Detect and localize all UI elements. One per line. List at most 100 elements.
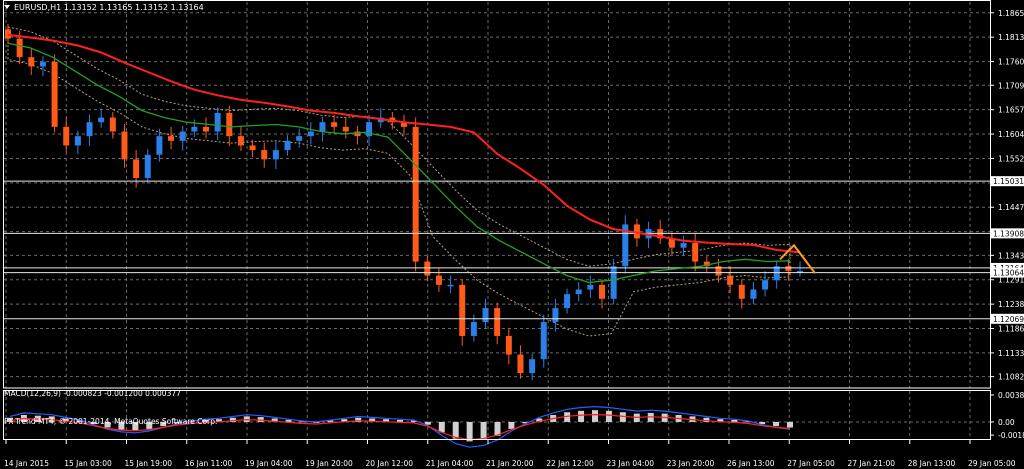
x-tick-label: 23 Jan 04:00 (607, 459, 655, 468)
candle-body (156, 136, 163, 155)
macd-histogram-bar (578, 410, 585, 422)
y-tick-label: 1.15520 (998, 154, 1024, 163)
candle-body (564, 294, 571, 309)
macd-histogram-bar (466, 421, 473, 442)
x-tick-label: 19 Jan 04:00 (245, 459, 293, 468)
candle-body (214, 112, 221, 132)
candle-body (482, 308, 489, 323)
macd-panel (4, 405, 990, 448)
y-tick-label: 1.11860 (998, 325, 1024, 334)
x-tick-label: 20 Jan 12:00 (366, 459, 414, 468)
candle-body (610, 266, 617, 299)
x-tick-label: 21 Jan 04:00 (426, 459, 474, 468)
candle-body (459, 284, 466, 336)
dropdown-triangle-icon[interactable] (4, 5, 10, 9)
x-tick-label: 27 Jan 21:00 (848, 459, 896, 468)
candle-body (738, 284, 745, 299)
candle-body (86, 122, 93, 137)
candle-body (727, 275, 734, 285)
candle-body (750, 289, 757, 299)
candle-body (785, 266, 792, 271)
macd-histogram-bar (592, 410, 598, 422)
candle-body (494, 308, 501, 336)
x-tick-label: 29 Jan 05:00 (968, 459, 1016, 468)
candle-body (505, 335, 512, 355)
candle-body (249, 145, 256, 151)
candle-body (435, 275, 442, 285)
candles (5, 23, 803, 381)
candle-body (179, 131, 186, 141)
candle-body (342, 126, 349, 132)
macd-histogram-bar (619, 412, 626, 422)
macd-histogram-bar (731, 419, 738, 422)
macd-histogram-bar (438, 421, 445, 433)
y-tick-label: 1.17605 (998, 58, 1024, 67)
macd-header: MACD(12,26,9) -0.000823 -0.001200 0.0003… (4, 389, 181, 398)
y-tick-label: 1.10825 (998, 373, 1024, 382)
candle-body (133, 159, 140, 178)
candle-body (109, 117, 116, 132)
price-box-label: 1.13064 (993, 269, 1024, 278)
y-tick-label: 1.14470 (998, 203, 1024, 212)
price-box-label: 1.13908 (993, 229, 1024, 238)
candle-body (587, 284, 594, 290)
macd-histogram-bar (397, 419, 403, 422)
price-box-label: 1.15031 (993, 177, 1024, 186)
y-tick-label: 1.18130 (998, 33, 1024, 42)
price-box-label: 1.12069 (993, 315, 1024, 324)
candle-body (319, 122, 326, 132)
x-tick-label: 19 Jan 20:00 (305, 459, 353, 468)
macd-y-tick-label: 0.003884 (998, 391, 1024, 400)
candle-body (447, 284, 454, 287)
candle-body (226, 112, 233, 137)
x-tick-label: 22 Jan 12:00 (546, 459, 594, 468)
x-tick-label: 21 Jan 20:00 (486, 459, 534, 468)
candle-body (39, 61, 46, 67)
candle-body (144, 154, 151, 178)
y-tick-label: 1.17095 (998, 81, 1024, 90)
candle-body (237, 136, 244, 146)
candle-body (203, 126, 209, 132)
candle-body (191, 126, 198, 132)
candle-body (51, 61, 58, 127)
candle-body (517, 354, 524, 374)
candle-body (412, 126, 419, 262)
chart-canvas[interactable]: 14 Jan 2015 15 Jan 03:00 15 Jan 19:00 16 Ja… (0, 0, 1024, 469)
macd-histogram-bar (787, 421, 793, 428)
candle-body (599, 284, 605, 299)
candle-body (272, 150, 279, 160)
candle-body (540, 322, 547, 360)
macd-y-tick-label: -0.00189 (998, 431, 1024, 440)
candle-body (28, 57, 35, 67)
x-tick-label: 15 Jan 03:00 (64, 459, 112, 468)
candle-body (168, 136, 175, 141)
y-tick-label: 1.18655 (998, 9, 1024, 18)
grid (4, 2, 990, 440)
macd-histogram-bar (508, 421, 515, 429)
candle-body (121, 131, 128, 160)
x-tick-label: 23 Jan 20:00 (667, 459, 715, 468)
x-tick-label: 27 Jan 05:00 (787, 459, 835, 468)
candle-body (5, 29, 11, 39)
watermark: FX-Trend MT4, © 2001-2014, MetaQuotes So… (4, 417, 217, 426)
indicator-lines (4, 33, 990, 320)
y-tick-label: 1.11335 (998, 349, 1024, 358)
candle-body (692, 243, 699, 262)
macd-y-tick-label: 0.00 (998, 418, 1015, 427)
candle-body (680, 243, 687, 248)
candle-body (261, 150, 268, 160)
x-tick-label: 15 Jan 19:00 (125, 459, 173, 468)
candle-body (284, 140, 291, 151)
candle-body (633, 224, 640, 239)
candle-body (424, 261, 431, 276)
candle-body (74, 136, 81, 146)
macd-histogram-bar (773, 421, 780, 427)
candle-body (296, 136, 303, 141)
candle-body (307, 131, 314, 137)
candle-body (331, 122, 338, 127)
y-tick-label: 1.12385 (998, 300, 1024, 309)
candle-body (575, 289, 582, 295)
y-tick-label: 1.13435 (998, 251, 1024, 260)
x-tick-label: 14 Jan 2015 (4, 459, 49, 468)
candle-body (63, 126, 70, 146)
